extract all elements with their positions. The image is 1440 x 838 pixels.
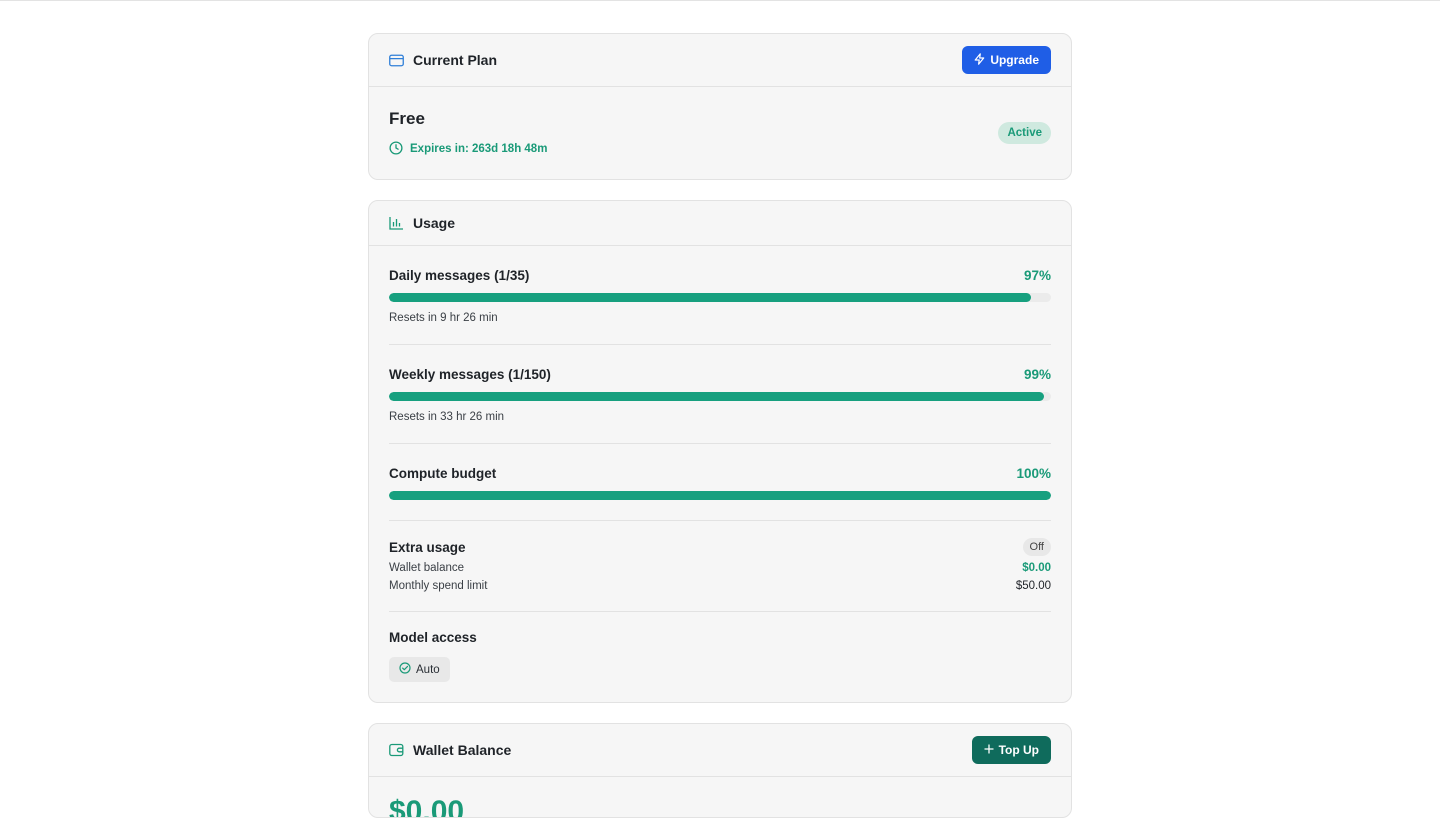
weekly-messages-meter: Weekly messages (1/150) 99% Resets in 33… — [389, 345, 1051, 444]
plan-body: Free Expires in: 263d 18h 48m Active — [369, 87, 1071, 179]
wallet-balance-amount: $0.00 — [389, 795, 465, 818]
status-badge: Active — [998, 122, 1051, 144]
bar-chart-icon — [389, 216, 404, 230]
progress-fill — [389, 293, 1032, 302]
monthly-limit-value: $50.00 — [1015, 580, 1051, 592]
wallet-balance-title: Wallet Balance — [413, 742, 512, 758]
check-circle-icon — [399, 662, 411, 677]
meter-percent: 99% — [1023, 367, 1051, 382]
model-access-title: Model access — [389, 630, 477, 645]
upgrade-button[interactable]: Upgrade — [962, 46, 1051, 74]
extra-usage-section: Extra usage Off Wallet balance $0.00 Mon… — [389, 521, 1051, 612]
meter-label: Daily messages (1/35) — [389, 268, 530, 283]
model-access-section: Model access Auto — [389, 612, 1051, 702]
credit-card-icon — [389, 54, 404, 67]
progress-fill — [389, 491, 1051, 500]
model-chip-label: Auto — [416, 663, 440, 676]
wallet-balance-value: $0.00 — [1022, 562, 1051, 574]
meter-percent: 100% — [1016, 466, 1051, 481]
model-chip-auto: Auto — [389, 657, 450, 682]
plan-expiry: Expires in: 263d 18h 48m — [389, 140, 548, 158]
monthly-limit-row: Monthly spend limit $50.00 — [389, 580, 1051, 592]
current-plan-card: Current Plan Upgrade Free Expires in: 26… — [368, 33, 1072, 180]
wallet-icon — [389, 743, 404, 757]
plan-name: Free — [389, 108, 425, 128]
daily-messages-meter: Daily messages (1/35) 97% Resets in 9 hr… — [389, 246, 1051, 345]
monthly-limit-label: Monthly spend limit — [389, 580, 488, 592]
progress-bar — [389, 392, 1051, 401]
plus-icon — [983, 743, 994, 757]
top-up-button[interactable]: Top Up — [971, 736, 1051, 764]
settings-column: Current Plan Upgrade Free Expires in: 26… — [368, 33, 1072, 838]
current-plan-header: Current Plan Upgrade — [369, 34, 1071, 87]
meter-label: Weekly messages (1/150) — [389, 367, 551, 382]
progress-fill — [389, 392, 1045, 401]
wallet-balance-row: Wallet balance $0.00 — [389, 562, 1051, 574]
meter-label: Compute budget — [389, 466, 497, 481]
compute-budget-meter: Compute budget 100% — [389, 444, 1051, 521]
upgrade-label: Upgrade — [990, 53, 1039, 67]
reset-text: Resets in 33 hr 26 min — [389, 411, 505, 423]
usage-header: Usage — [369, 201, 1071, 246]
progress-bar — [389, 491, 1051, 500]
extra-usage-toggle-badge[interactable]: Off — [1022, 538, 1051, 556]
usage-title: Usage — [413, 215, 456, 231]
zap-icon — [974, 52, 985, 68]
wallet-balance-header: Wallet Balance Top Up — [369, 724, 1071, 777]
extra-usage-title: Extra usage — [389, 539, 466, 555]
clock-icon — [389, 140, 403, 158]
wallet-balance-label: Wallet balance — [389, 562, 465, 574]
wallet-balance-card: Wallet Balance Top Up $0.00 — [368, 723, 1072, 818]
reset-text: Resets in 9 hr 26 min — [389, 312, 498, 324]
top-up-label: Top Up — [998, 743, 1039, 757]
current-plan-title: Current Plan — [413, 52, 498, 68]
expiry-text: Expires in: 263d 18h 48m — [410, 143, 548, 155]
usage-card: Usage Daily messages (1/35) 97% Resets i… — [368, 200, 1072, 703]
progress-bar — [389, 293, 1051, 302]
meter-percent: 97% — [1023, 268, 1051, 283]
top-divider — [0, 0, 1440, 1]
